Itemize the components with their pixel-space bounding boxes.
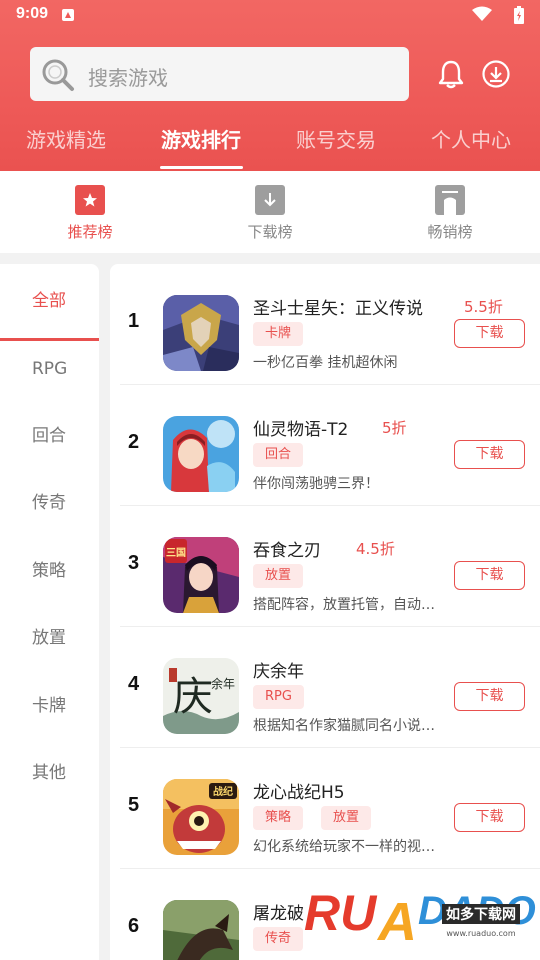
category-strategy[interactable]: 策略 bbox=[0, 551, 99, 591]
category-rpg[interactable]: RPG bbox=[0, 349, 99, 389]
list-item[interactable]: 2 仙灵物语-T2 5折 回合 伴你闯荡驰骋三界！ 下载 bbox=[110, 385, 540, 506]
status-time: 9:09 bbox=[16, 5, 49, 22]
game-name[interactable]: 仙灵物语-T2 bbox=[253, 415, 348, 440]
rank-number: 5 bbox=[128, 794, 140, 816]
genre-tag: 卡牌 bbox=[253, 322, 304, 346]
discount-badge: 5折 bbox=[382, 419, 407, 437]
game5-badge-text: 战纪 bbox=[213, 785, 233, 798]
watermark-cn: 如多下载网 bbox=[446, 906, 516, 923]
category-other[interactable]: 其他 bbox=[0, 753, 99, 793]
app-notification-icon bbox=[62, 9, 74, 21]
genre-tag: 策略 bbox=[253, 806, 304, 830]
tab-account-trade[interactable]: 账号交易 bbox=[296, 124, 376, 153]
search-box[interactable]: 搜索游戏 bbox=[30, 47, 409, 101]
rank-number: 1 bbox=[128, 310, 140, 332]
subtab-recommend-label: 推荐榜 bbox=[67, 223, 113, 241]
rank-number: 3 bbox=[128, 552, 140, 574]
download-button[interactable]: 下载 bbox=[454, 682, 525, 711]
download-arrow-icon bbox=[255, 185, 285, 215]
download-button[interactable]: 下载 bbox=[454, 319, 525, 348]
genre-tag: 放置 bbox=[253, 564, 304, 588]
tab-personal-center[interactable]: 个人中心 bbox=[431, 124, 511, 153]
genre-tag: 放置 bbox=[321, 806, 372, 830]
search-icon bbox=[42, 59, 74, 91]
discount-badge: 4.5折 bbox=[356, 540, 395, 558]
game-icon[interactable]: 战纪 bbox=[163, 779, 239, 855]
list-item[interactable]: 1 圣斗士星矢：正义传说 5.5折 卡牌 一秒亿百拳 挂机超休闲 下载 bbox=[110, 264, 540, 385]
game-icon[interactable] bbox=[163, 416, 239, 492]
game-description: 幻化系统给玩家不一样的视… bbox=[253, 839, 435, 855]
app-header: 9:09 搜索游戏 游戏精选 游戏排行 账号交易 个人中心 bbox=[0, 0, 540, 171]
game-name[interactable]: 龙心战纪H5 bbox=[253, 778, 345, 803]
svg-text:RU: RU bbox=[304, 885, 378, 941]
ruanduo-watermark-logo: RU A DADO 如多下载网 www.ruaduo.com bbox=[303, 884, 537, 954]
tab-game-ranking[interactable]: 游戏排行 bbox=[161, 124, 241, 153]
download-button[interactable]: 下载 bbox=[454, 561, 525, 590]
ranking-subtabs: 推荐榜 下载榜 畅销榜 bbox=[0, 171, 540, 253]
category-card[interactable]: 卡牌 bbox=[0, 686, 99, 726]
game3-badge-text: 三国 bbox=[166, 547, 186, 559]
category-idle[interactable]: 放置 bbox=[0, 618, 99, 658]
game-ranking-list: 1 圣斗士星矢：正义传说 5.5折 卡牌 一秒亿百拳 挂机超休闲 下载 2 仙灵… bbox=[110, 264, 540, 960]
game4-title-sub: 余年 bbox=[211, 676, 235, 691]
game-description: 伴你闯荡驰骋三界！ bbox=[253, 476, 379, 492]
rank-number: 4 bbox=[128, 673, 140, 695]
rank-number: 2 bbox=[128, 431, 140, 453]
download-button[interactable]: 下载 bbox=[454, 803, 525, 832]
discount-badge: 5.5折 bbox=[464, 298, 503, 316]
game4-title-char: 庆 bbox=[173, 674, 213, 720]
game-name[interactable]: 庆余年 bbox=[253, 657, 304, 682]
game-description: 一秒亿百拳 挂机超休闲 bbox=[253, 355, 398, 371]
game-icon[interactable] bbox=[163, 295, 239, 371]
subtab-downloads[interactable]: 下载榜 bbox=[225, 185, 315, 242]
game-icon[interactable] bbox=[163, 900, 239, 960]
status-bar: 9:09 bbox=[0, 0, 540, 30]
tab-game-featured[interactable]: 游戏精选 bbox=[26, 124, 106, 153]
top-tab-bar: 游戏精选 游戏排行 账号交易 个人中心 bbox=[0, 120, 540, 171]
game-icon[interactable]: 三国 bbox=[163, 537, 239, 613]
list-item[interactable]: 4 庆 余年 庆余年 RPG 根据知名作家猫腻同名小说… 下载 bbox=[110, 627, 540, 748]
download-manager-icon[interactable] bbox=[481, 59, 511, 89]
star-icon bbox=[75, 185, 105, 215]
game-description: 根据知名作家猫腻同名小说… bbox=[253, 718, 435, 734]
rank-number: 6 bbox=[128, 915, 140, 937]
game-name[interactable]: 屠龙破 bbox=[253, 899, 304, 924]
category-turn-based[interactable]: 回合 bbox=[0, 416, 99, 456]
category-active-indicator bbox=[0, 338, 99, 341]
list-item[interactable]: 5 战纪 龙心战纪H5 策略 放置 幻化系统给玩家不一样的视… 下载 bbox=[110, 748, 540, 869]
genre-tag: RPG bbox=[253, 685, 304, 709]
wifi-icon bbox=[472, 6, 492, 21]
watermark-url: www.ruaduo.com bbox=[446, 929, 515, 938]
list-item[interactable]: 3 三国 吞食之刃 4.5折 放置 搭配阵容，放置托管，自动… 下载 bbox=[110, 506, 540, 627]
subtab-downloads-label: 下载榜 bbox=[247, 223, 293, 241]
game-name[interactable]: 圣斗士星矢：正义传说 bbox=[253, 294, 423, 319]
active-tab-indicator bbox=[160, 166, 243, 169]
search-placeholder[interactable]: 搜索游戏 bbox=[88, 62, 168, 91]
subtab-bestseller[interactable]: 畅销榜 bbox=[405, 185, 495, 242]
game-icon[interactable]: 庆 余年 bbox=[163, 658, 239, 734]
bestseller-icon bbox=[435, 185, 465, 215]
subtab-recommend[interactable]: 推荐榜 bbox=[45, 185, 135, 242]
genre-tag: 回合 bbox=[253, 443, 304, 467]
game-description: 搭配阵容，放置托管，自动… bbox=[253, 597, 435, 613]
download-button[interactable]: 下载 bbox=[454, 440, 525, 469]
bell-icon[interactable] bbox=[437, 59, 465, 89]
battery-icon bbox=[514, 6, 524, 24]
category-all[interactable]: 全部 bbox=[0, 281, 99, 321]
category-sidebar: 全部 RPG 回合 传奇 策略 放置 卡牌 其他 bbox=[0, 264, 99, 960]
genre-tag: 传奇 bbox=[253, 927, 304, 951]
game-name[interactable]: 吞食之刃 bbox=[253, 536, 321, 561]
subtab-bestseller-label: 畅销榜 bbox=[427, 223, 473, 241]
category-legend[interactable]: 传奇 bbox=[0, 483, 99, 523]
svg-text:A: A bbox=[376, 892, 417, 952]
